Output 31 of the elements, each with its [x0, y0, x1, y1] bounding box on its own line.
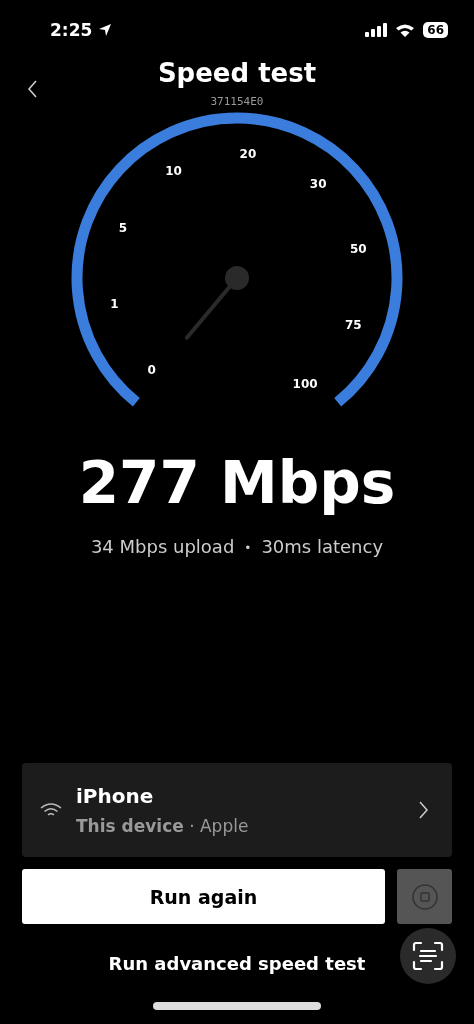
advanced-test-link[interactable]: Run advanced speed test — [108, 952, 366, 974]
scan-text-button[interactable] — [400, 928, 456, 984]
device-detail: This device · Apple — [76, 816, 250, 836]
wifi-icon — [395, 23, 416, 37]
device-card[interactable]: iPhone This device · Apple — [22, 763, 452, 857]
gauge-tick-label: 20 — [239, 147, 257, 162]
back-icon[interactable] — [28, 80, 38, 98]
download-speed: 277 Mbps — [77, 448, 397, 518]
scan-text-icon — [412, 941, 444, 971]
gauge-tick-label: 50 — [349, 241, 367, 256]
gauge-tick-label: 10 — [165, 164, 182, 179]
gauge-tick-label: 75 — [344, 317, 362, 332]
stop-icon — [411, 883, 438, 910]
device-name: iPhone — [76, 784, 155, 808]
upload-speed: 34 Mbps upload — [90, 536, 235, 559]
latency: 30ms latency — [261, 536, 384, 559]
gauge-tick-label: 5 — [118, 221, 127, 236]
page-title: Speed test — [157, 58, 317, 88]
signal-icon — [365, 23, 390, 37]
clock-time: 2:25 — [50, 20, 93, 40]
wifi-icon — [40, 802, 62, 818]
gauge-tick-label: 0 — [147, 363, 156, 378]
gauge-tick-label: 100 — [292, 376, 318, 391]
battery-level: 66 — [423, 22, 448, 38]
device-id: 371154E0 — [210, 95, 264, 108]
gauge-tick-label: 1 — [110, 296, 119, 311]
separator-dot: • — [244, 540, 252, 557]
chevron-right-icon — [418, 801, 428, 819]
run-again-button[interactable]: Run again — [22, 869, 385, 924]
location-arrow-icon — [98, 23, 113, 37]
gauge-tick-label: 30 — [309, 176, 327, 191]
